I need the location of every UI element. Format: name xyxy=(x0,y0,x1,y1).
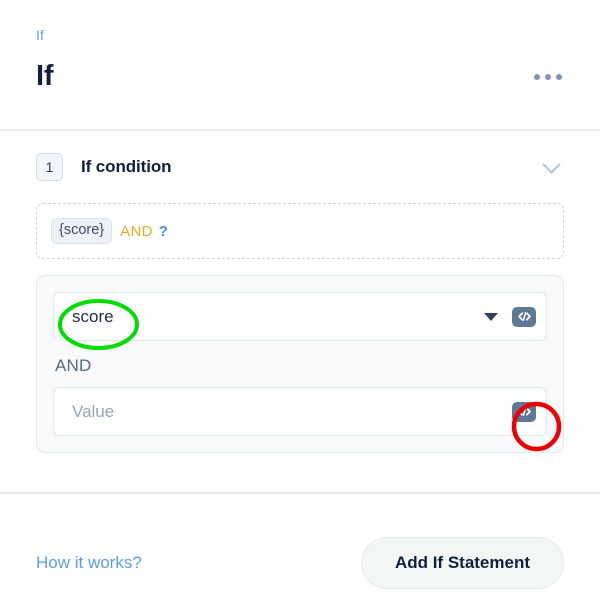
title-row: If xyxy=(36,60,564,93)
code-icon xyxy=(517,407,531,416)
breadcrumb[interactable]: If xyxy=(36,28,564,42)
operator-label: AND xyxy=(55,356,92,375)
value-input-placeholder: Value xyxy=(72,401,115,421)
score-field-value: score xyxy=(72,306,114,326)
if-condition-section: 1 If condition {score} AND ? score AND V… xyxy=(0,131,600,453)
panel-footer: How it works? Add If Statement xyxy=(0,492,600,613)
section-header: 1 If condition xyxy=(36,153,564,181)
add-if-statement-button[interactable]: Add If Statement xyxy=(360,536,564,589)
chevron-down-icon[interactable] xyxy=(484,312,498,321)
kebab-menu-icon[interactable] xyxy=(532,66,564,88)
preview-operator: AND xyxy=(120,222,153,240)
condition-editor-card: score AND Value xyxy=(36,275,564,453)
score-select-field[interactable]: score xyxy=(53,292,547,341)
kebab-dot xyxy=(556,73,562,80)
preview-token-chip: {score} xyxy=(51,217,113,245)
kebab-dot xyxy=(534,73,540,80)
preview-unknown-value: ? xyxy=(158,222,168,240)
page-title: If xyxy=(36,60,54,92)
chevron-down-icon xyxy=(541,154,561,174)
if-statement-panel: If If 1 If condition {score} AND ? score… xyxy=(0,0,600,613)
section-title: If condition xyxy=(81,157,172,176)
collapse-section-button[interactable] xyxy=(538,154,564,179)
value-input-field[interactable]: Value xyxy=(53,387,547,436)
condition-number-badge: 1 xyxy=(36,153,63,181)
code-icon xyxy=(517,312,531,321)
score-code-button[interactable] xyxy=(512,306,536,327)
condition-preview[interactable]: {score} AND ? xyxy=(36,203,564,259)
panel-header: If If xyxy=(0,0,600,129)
how-it-works-link[interactable]: How it works? xyxy=(36,553,142,573)
value-code-button[interactable] xyxy=(512,401,536,422)
kebab-dot xyxy=(545,73,551,80)
